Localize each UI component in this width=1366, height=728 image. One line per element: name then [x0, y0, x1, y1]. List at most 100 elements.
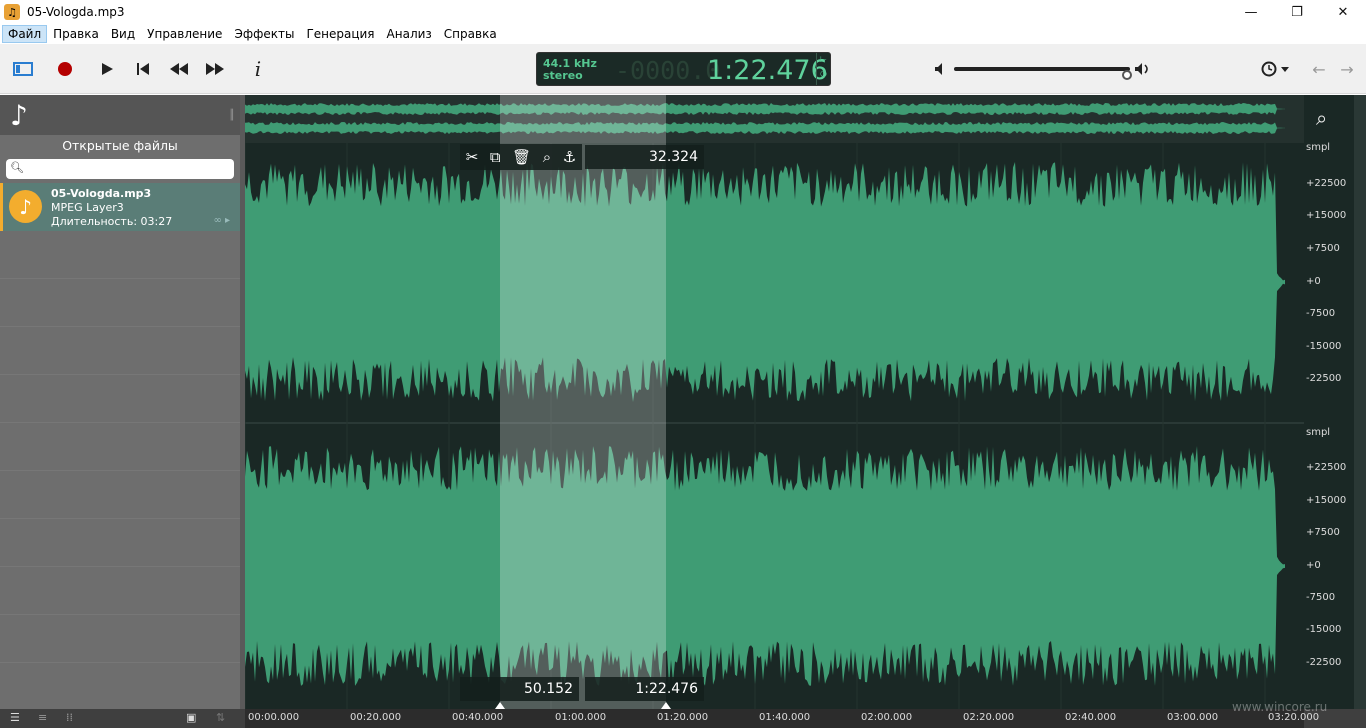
- selection-end[interactable]: 1:22.476: [585, 677, 704, 701]
- list-view-icon[interactable]: ☰: [10, 711, 20, 724]
- file-list-item[interactable]: ♪ 05-Vologda.mp3 MPEG Layer3 Длительност…: [0, 183, 240, 231]
- skip-start-icon[interactable]: [130, 56, 156, 82]
- close-button[interactable]: ✕: [1320, 0, 1366, 24]
- menu-effects[interactable]: Эффекты: [228, 25, 300, 43]
- empty-row: [0, 519, 240, 567]
- time-tick: 00:20.000: [350, 712, 402, 723]
- scale-label: +15000: [1306, 210, 1347, 221]
- audio-format: 44.1 kHz stereo: [543, 58, 597, 82]
- compact-view-icon[interactable]: ≡: [38, 711, 47, 724]
- selection-start[interactable]: 50.152: [460, 677, 579, 701]
- scale-label: +22500: [1306, 462, 1347, 473]
- search-input[interactable]: 🔍︎: [6, 159, 234, 179]
- minimize-button[interactable]: —: [1228, 0, 1274, 24]
- menu-help[interactable]: Справка: [438, 25, 503, 43]
- menu-view[interactable]: Вид: [105, 25, 141, 43]
- maximize-button[interactable]: ❐: [1274, 0, 1320, 24]
- volume-control: [934, 61, 1152, 80]
- history-dropdown-icon[interactable]: [1258, 56, 1294, 82]
- scale-label: -22500: [1306, 373, 1342, 384]
- scale-label: -15000: [1306, 341, 1342, 352]
- current-time: 1:22.476: [707, 55, 828, 86]
- empty-row: [0, 375, 240, 423]
- menu-file[interactable]: Файл: [2, 25, 48, 43]
- file-name: 05-Vologda.mp3: [51, 187, 152, 200]
- scale-label: +22500: [1306, 178, 1347, 189]
- cut-icon[interactable]: ✂: [466, 148, 479, 166]
- scale-label: -7500: [1306, 592, 1336, 603]
- menu-generate[interactable]: Генерация: [300, 25, 380, 43]
- volume-high-icon[interactable]: [1134, 62, 1152, 76]
- time-tick: 01:00.000: [555, 712, 607, 723]
- volume-slider[interactable]: [954, 67, 1132, 80]
- link-icon[interactable]: ∞ ▸: [213, 215, 230, 226]
- empty-row: [0, 279, 240, 327]
- scale-label: +15000: [1306, 495, 1347, 506]
- time-tick: 02:40.000: [1065, 712, 1117, 723]
- empty-row: [0, 327, 240, 375]
- channel-mode: stereo: [543, 69, 583, 82]
- title-bar: ♫ 05-Vologda.mp3 — ❐ ✕: [0, 0, 1366, 24]
- delete-icon[interactable]: 🗑︎: [512, 148, 531, 166]
- scale-label: -22500: [1306, 657, 1342, 668]
- scale-label: +0: [1306, 276, 1321, 287]
- selection-length[interactable]: 32.324: [585, 145, 704, 169]
- file-format: MPEG Layer3: [51, 201, 124, 214]
- empty-row: [0, 567, 240, 615]
- time-display: 44.1 kHz stereo -0000.0 1:22.476 ⊢ ◷: [536, 52, 831, 86]
- waveform-left-channel: [245, 162, 1285, 402]
- time-tick: 01:20.000: [657, 712, 709, 723]
- anchor-icon[interactable]: ⚓︎: [563, 148, 576, 166]
- forward-arrow-icon[interactable]: →: [1334, 56, 1360, 82]
- volume-low-icon[interactable]: [934, 62, 948, 76]
- watermark: www.wincore.ru: [1232, 700, 1328, 714]
- scale-label: -7500: [1306, 308, 1336, 319]
- waveform-view[interactable]: [244, 95, 1304, 709]
- volume-knob[interactable]: [1122, 70, 1132, 80]
- selection-region[interactable]: [500, 95, 666, 709]
- app-icon: ♫: [4, 4, 20, 20]
- time-format-toggle[interactable]: ⊢ ◷: [816, 53, 830, 85]
- lcd-ghost-digits: -0000.0: [615, 56, 721, 85]
- file-duration: Длительность: 03:27: [51, 215, 173, 228]
- scale-label: +0: [1306, 560, 1321, 571]
- menu-edit[interactable]: Правка: [47, 25, 105, 43]
- back-arrow-icon[interactable]: ←: [1306, 56, 1332, 82]
- grid-view-icon[interactable]: ⁞⁞: [66, 711, 73, 724]
- resize-grip-icon[interactable]: ║: [229, 110, 235, 121]
- image-view-icon[interactable]: ▣: [186, 711, 196, 724]
- zoom-magnifier-icon[interactable]: ⌕: [1316, 106, 1327, 130]
- toolbar: i 44.1 kHz stereo -0000.0 1:22.476 ⊢ ◷ ← …: [0, 44, 1366, 94]
- waveform-right-channel: [245, 446, 1285, 686]
- sort-icon[interactable]: ⇅: [216, 711, 225, 724]
- record-icon[interactable]: [52, 56, 78, 82]
- audio-file-icon: ♪: [9, 190, 42, 223]
- vertical-scrollbar[interactable]: [1354, 95, 1366, 709]
- time-tick: 02:00.000: [861, 712, 913, 723]
- menu-control[interactable]: Управление: [141, 25, 228, 43]
- menu-analysis[interactable]: Анализ: [381, 25, 438, 43]
- window-title: 05-Vologda.mp3: [27, 5, 125, 19]
- scale-label: smpl: [1306, 142, 1331, 153]
- time-tick: 01:40.000: [759, 712, 811, 723]
- zoom-icon[interactable]: ⌕: [543, 148, 551, 166]
- music-note-icon: ♪: [0, 95, 240, 135]
- search-icon: 🔍︎: [10, 161, 24, 174]
- open-files-header: Открытые файлы: [0, 135, 240, 157]
- selection-toolbar: ✂ ⧉ 🗑︎ ⌕ ⚓︎: [460, 144, 582, 170]
- menu-bar: Файл Правка Вид Управление Эффекты Генер…: [0, 24, 1366, 44]
- scale-label: +7500: [1306, 243, 1340, 254]
- play-icon[interactable]: [94, 56, 120, 82]
- time-tick: 00:00.000: [248, 712, 300, 723]
- rewind-icon[interactable]: [166, 56, 192, 82]
- empty-row: [0, 615, 240, 663]
- fast-forward-icon[interactable]: [202, 56, 228, 82]
- scale-label: smpl: [1306, 427, 1331, 438]
- copy-icon[interactable]: ⧉: [490, 148, 501, 166]
- sidebar: ♪ Открытые файлы 🔍︎ ♪ 05-Vologda.mp3 MPE…: [0, 95, 240, 709]
- empty-row: [0, 471, 240, 519]
- sidebar-toggle-icon[interactable]: [10, 56, 36, 82]
- time-tick: 00:40.000: [452, 712, 504, 723]
- time-tick: 02:20.000: [963, 712, 1015, 723]
- info-icon[interactable]: i: [245, 56, 271, 82]
